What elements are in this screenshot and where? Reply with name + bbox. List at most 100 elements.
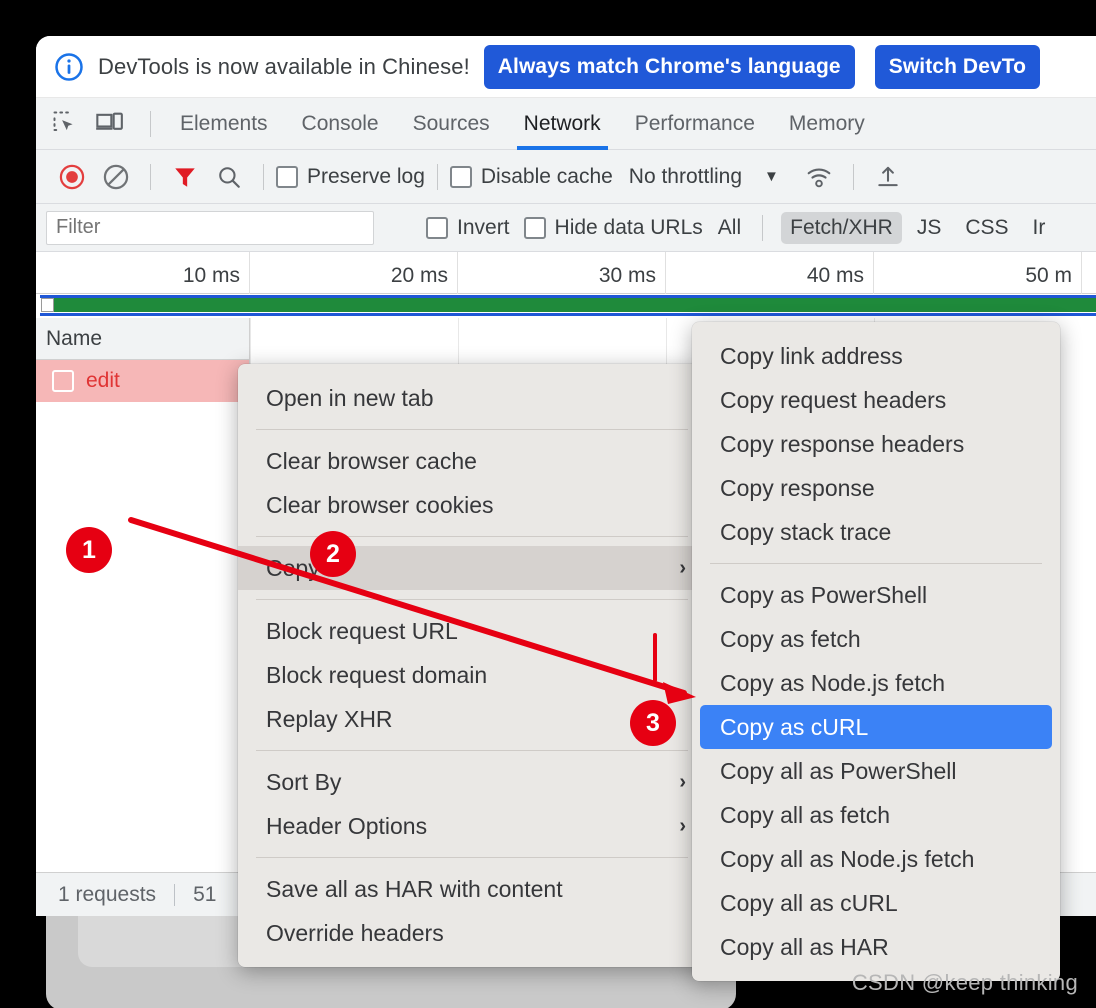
menu-item-copy-all-as-nodejs-fetch[interactable]: Copy all as Node.js fetch [692,837,1060,881]
menu-item-sort-by[interactable]: Sort By › [238,760,706,804]
invert-checkbox[interactable]: Invert [426,216,510,240]
menu-label: Copy stack trace [720,518,892,545]
overview-green-bar [44,298,1096,312]
network-overview[interactable] [36,294,1096,318]
timeline-ruler[interactable]: 10 ms 20 ms 30 ms 40 ms 50 m [36,252,1096,294]
menu-item-clear-browser-cookies[interactable]: Clear browser cookies [238,483,706,527]
tab-sources[interactable]: Sources [396,98,507,150]
menu-item-copy-stack-trace[interactable]: Copy stack trace [692,510,1060,554]
timeline-tick-40ms: 40 ms [666,252,874,294]
info-circle-icon [54,52,84,82]
disable-cache-box[interactable] [449,165,472,188]
menu-item-copy-as-powershell[interactable]: Copy as PowerShell [692,573,1060,617]
menu-item-open-in-new-tab[interactable]: Open in new tab [238,376,706,420]
menu-item-copy[interactable]: Copy › [238,546,706,590]
menu-label: Copy response headers [720,430,965,457]
menu-item-copy-as-curl[interactable]: Copy as cURL [700,705,1052,749]
menu-item-copy-all-as-har[interactable]: Copy all as HAR [692,925,1060,969]
menu-label: Copy all as HAR [720,933,889,960]
always-match-language-button[interactable]: Always match Chrome's language [483,44,855,89]
menu-item-copy-all-as-powershell[interactable]: Copy all as PowerShell [692,749,1060,793]
table-row[interactable]: edit [36,360,249,402]
filter-type-fetch-xhr[interactable]: Fetch/XHR [781,211,902,244]
menu-item-block-request-url[interactable]: Block request URL [238,609,706,653]
network-conditions-icon[interactable] [797,157,841,197]
tab-network[interactable]: Network [507,98,618,150]
menu-item-copy-all-as-curl[interactable]: Copy all as cURL [692,881,1060,925]
menu-label: Copy as Node.js fetch [720,669,946,696]
menu-item-copy-as-fetch[interactable]: Copy as fetch [692,617,1060,661]
menu-item-override-headers[interactable]: Override headers [238,911,706,955]
filter-divider [762,214,764,241]
filter-type-css[interactable]: CSS [956,212,1017,244]
preserve-log-checkbox[interactable]: Preserve log [276,165,425,189]
filter-input[interactable] [46,210,374,245]
toolbar-divider-4 [852,163,854,190]
menu-item-block-request-domain[interactable]: Block request domain [238,653,706,697]
name-column: Name edit [36,318,250,916]
menu-label: Sort By [266,768,342,795]
request-name: edit [86,369,120,392]
hide-data-urls-box[interactable] [523,216,546,239]
menu-label: Block request URL [266,617,458,644]
filter-type-img[interactable]: Ir [1024,212,1055,244]
menu-item-copy-all-as-fetch[interactable]: Copy all as fetch [692,793,1060,837]
copy-submenu: Copy link address Copy request headers C… [692,322,1060,981]
menu-item-header-options[interactable]: Header Options › [238,804,706,848]
column-header-name[interactable]: Name [36,318,249,360]
overview-left-handle[interactable] [41,298,54,312]
menu-label: Save all as HAR with content [266,875,563,902]
inspect-element-icon[interactable] [50,109,86,139]
chevron-right-icon: › [679,814,686,837]
preserve-log-label: Preserve log [307,164,425,188]
hide-data-urls-checkbox[interactable]: Hide data URLs [523,215,703,240]
clear-icon[interactable] [94,157,138,197]
menu-separator [256,429,688,430]
import-har-icon[interactable] [866,157,910,197]
tab-elements[interactable]: Elements [163,98,285,150]
filter-type-js[interactable]: JS [908,212,951,244]
menu-label: Open in new tab [266,384,434,411]
search-icon[interactable] [207,157,251,197]
menu-label: Clear browser cache [266,447,477,474]
throttling-select[interactable]: No throttling [629,165,742,189]
status-transferred: 51 [193,882,217,906]
menu-item-clear-browser-cache[interactable]: Clear browser cache [238,439,706,483]
chevron-right-icon: › [679,770,686,793]
invert-box[interactable] [426,216,448,239]
timeline-tick-10ms: 10 ms [36,252,250,294]
menu-label: Copy as cURL [720,713,869,740]
tab-performance[interactable]: Performance [618,98,772,150]
menu-label: Copy as PowerShell [720,581,928,608]
menu-item-copy-as-nodejs-fetch[interactable]: Copy as Node.js fetch [692,661,1060,705]
switch-devtools-language-button[interactable]: Switch DevTo [874,44,1041,89]
menu-item-copy-response-headers[interactable]: Copy response headers [692,422,1060,466]
device-toolbar-icon[interactable] [94,109,130,139]
tab-memory[interactable]: Memory [772,98,882,150]
screenshot-root: DevTools is now available in Chinese! Al… [0,0,1096,1008]
menu-item-copy-response[interactable]: Copy response [692,466,1060,510]
filter-type-all[interactable]: All [709,212,750,244]
timeline-tick-50ms: 50 m [874,252,1082,294]
disable-cache-checkbox[interactable]: Disable cache [449,164,613,189]
disable-cache-label: Disable cache [480,164,613,188]
annotation-badge-1: 1 [66,527,112,573]
menu-label: Override headers [266,919,444,946]
menu-label: Copy response [720,474,875,501]
invert-label: Invert [457,215,510,239]
preserve-log-box[interactable] [276,165,298,188]
hide-data-urls-label: Hide data URLs [554,215,703,239]
menu-label: Copy all as cURL [720,889,898,916]
menu-label: Copy all as PowerShell [720,757,957,784]
chevron-down-icon[interactable]: ▼ [764,168,779,185]
tabbar-divider [150,110,151,137]
record-icon[interactable] [50,157,94,197]
filter-icon[interactable] [163,157,207,197]
menu-separator [256,750,688,751]
menu-item-save-all-as-har[interactable]: Save all as HAR with content [238,867,706,911]
tab-console[interactable]: Console [285,98,396,150]
status-requests: 1 requests [58,882,157,906]
menu-item-copy-link-address[interactable]: Copy link address [692,334,1060,378]
status-divider [174,883,176,906]
menu-item-copy-request-headers[interactable]: Copy request headers [692,378,1060,422]
